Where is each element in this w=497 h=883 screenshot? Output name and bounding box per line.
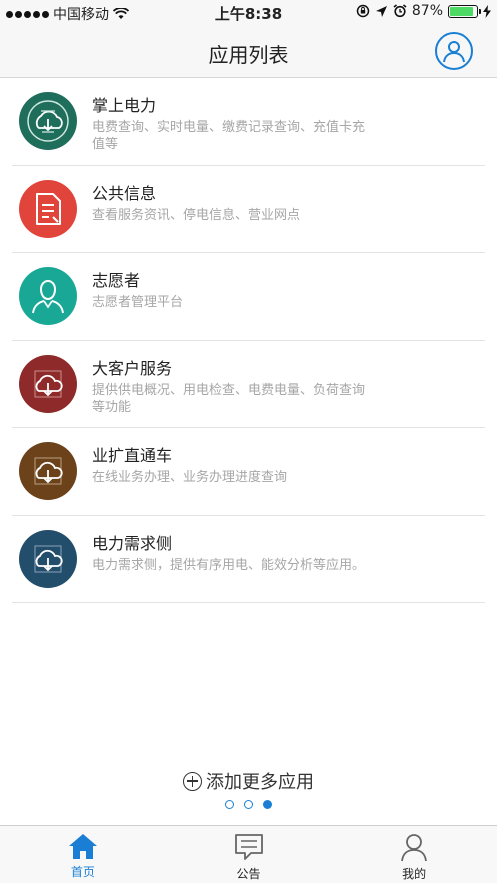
plus-circle-icon (183, 771, 202, 791)
page-indicator (0, 800, 497, 809)
person-icon (401, 834, 428, 862)
status-right: 87% (356, 3, 491, 19)
page-dot[interactable] (244, 800, 253, 809)
tab-bar: 首页 公告 我的 (0, 825, 497, 883)
app-item-zhangshang-dianli[interactable]: 掌上电力 电费查询、实时电量、缴费记录查询、充值卡充值等 (12, 78, 485, 166)
app-icon (19, 442, 77, 500)
app-item-gonggong-xinxi[interactable]: 公共信息 查看服务资讯、停电信息、营业网点 (12, 166, 485, 253)
tab-label: 公告 (236, 867, 261, 881)
tab-home[interactable]: 首页 (0, 826, 166, 883)
cloud-arrow-icon (34, 457, 63, 485)
person-outline-icon (32, 280, 64, 314)
user-circle-icon (443, 41, 465, 63)
app-name: 电力需求侧 (92, 533, 173, 553)
tab-profile[interactable]: 我的 (331, 826, 497, 883)
app-description: 在线业务办理、业务办理进度查询 (92, 470, 288, 485)
app-description: 查看服务资讯、停电信息、营业网点 (92, 207, 301, 223)
page-dot[interactable] (225, 800, 234, 809)
app-name: 志愿者 (92, 271, 141, 290)
cloud-arrow-icon (34, 545, 63, 572)
tab-label: 我的 (402, 867, 427, 881)
app-name: 公共信息 (92, 183, 157, 203)
app-description: 电费查询、实时电量、缴费记录查询、充值卡充值等 (92, 120, 366, 152)
app-item-yekuo-zhitongche[interactable]: 业扩直通车 在线业务办理、业务办理进度查询 (12, 428, 485, 516)
alarm-icon (393, 4, 407, 18)
app-name: 业扩直通车 (92, 446, 173, 465)
battery-percent: 87% (411, 3, 443, 19)
app-description: 提供供电概况、用电检查、电费电量、负荷查询等功能 (92, 382, 366, 415)
battery-icon (448, 4, 481, 18)
document-icon (36, 192, 61, 225)
app-icon (19, 179, 77, 238)
charging-bolt-icon (483, 4, 491, 18)
app-icon (19, 92, 77, 150)
tab-label: 首页 (70, 865, 95, 879)
app-item-zhiyuanzhe[interactable]: 志愿者 志愿者管理平台 (12, 253, 485, 341)
logo-emblem-icon (27, 100, 69, 142)
cloud-arrow-icon (34, 370, 63, 397)
page-title: 应用列表 (208, 43, 289, 67)
app-icon (19, 354, 77, 413)
profile-button[interactable] (435, 32, 473, 70)
header: 应用列表 (0, 26, 497, 78)
app-name: 大客户服务 (92, 358, 173, 378)
app-icon (19, 267, 77, 325)
tab-announcements[interactable]: 公告 (166, 826, 332, 883)
app-item-dianli-xuqiuce[interactable]: 电力需求侧 电力需求侧，提供有序用电、能效分析等应用。 (12, 516, 485, 603)
location-arrow-icon (375, 5, 387, 17)
app-description: 电力需求侧，提供有序用电、能效分析等应用。 (92, 557, 366, 573)
rotation-lock-icon (356, 4, 370, 18)
status-bar: 中国移动 上午8:38 87% (0, 0, 497, 26)
app-list: 掌上电力 电费查询、实时电量、缴费记录查询、充值卡充值等 公共信息 查看服务资讯… (0, 78, 497, 603)
app-icon (19, 529, 77, 588)
add-more-apps-button[interactable]: 添加更多应用 (0, 768, 497, 794)
app-name: 掌上电力 (92, 96, 157, 115)
home-icon (68, 834, 97, 859)
app-item-da-kehu-fuwu[interactable]: 大客户服务 提供供电概况、用电检查、电费电量、负荷查询等功能 (12, 341, 485, 428)
page-dot-active[interactable] (263, 800, 272, 809)
message-icon (234, 834, 263, 860)
add-more-label: 添加更多应用 (206, 772, 314, 793)
app-description: 志愿者管理平台 (92, 295, 184, 310)
